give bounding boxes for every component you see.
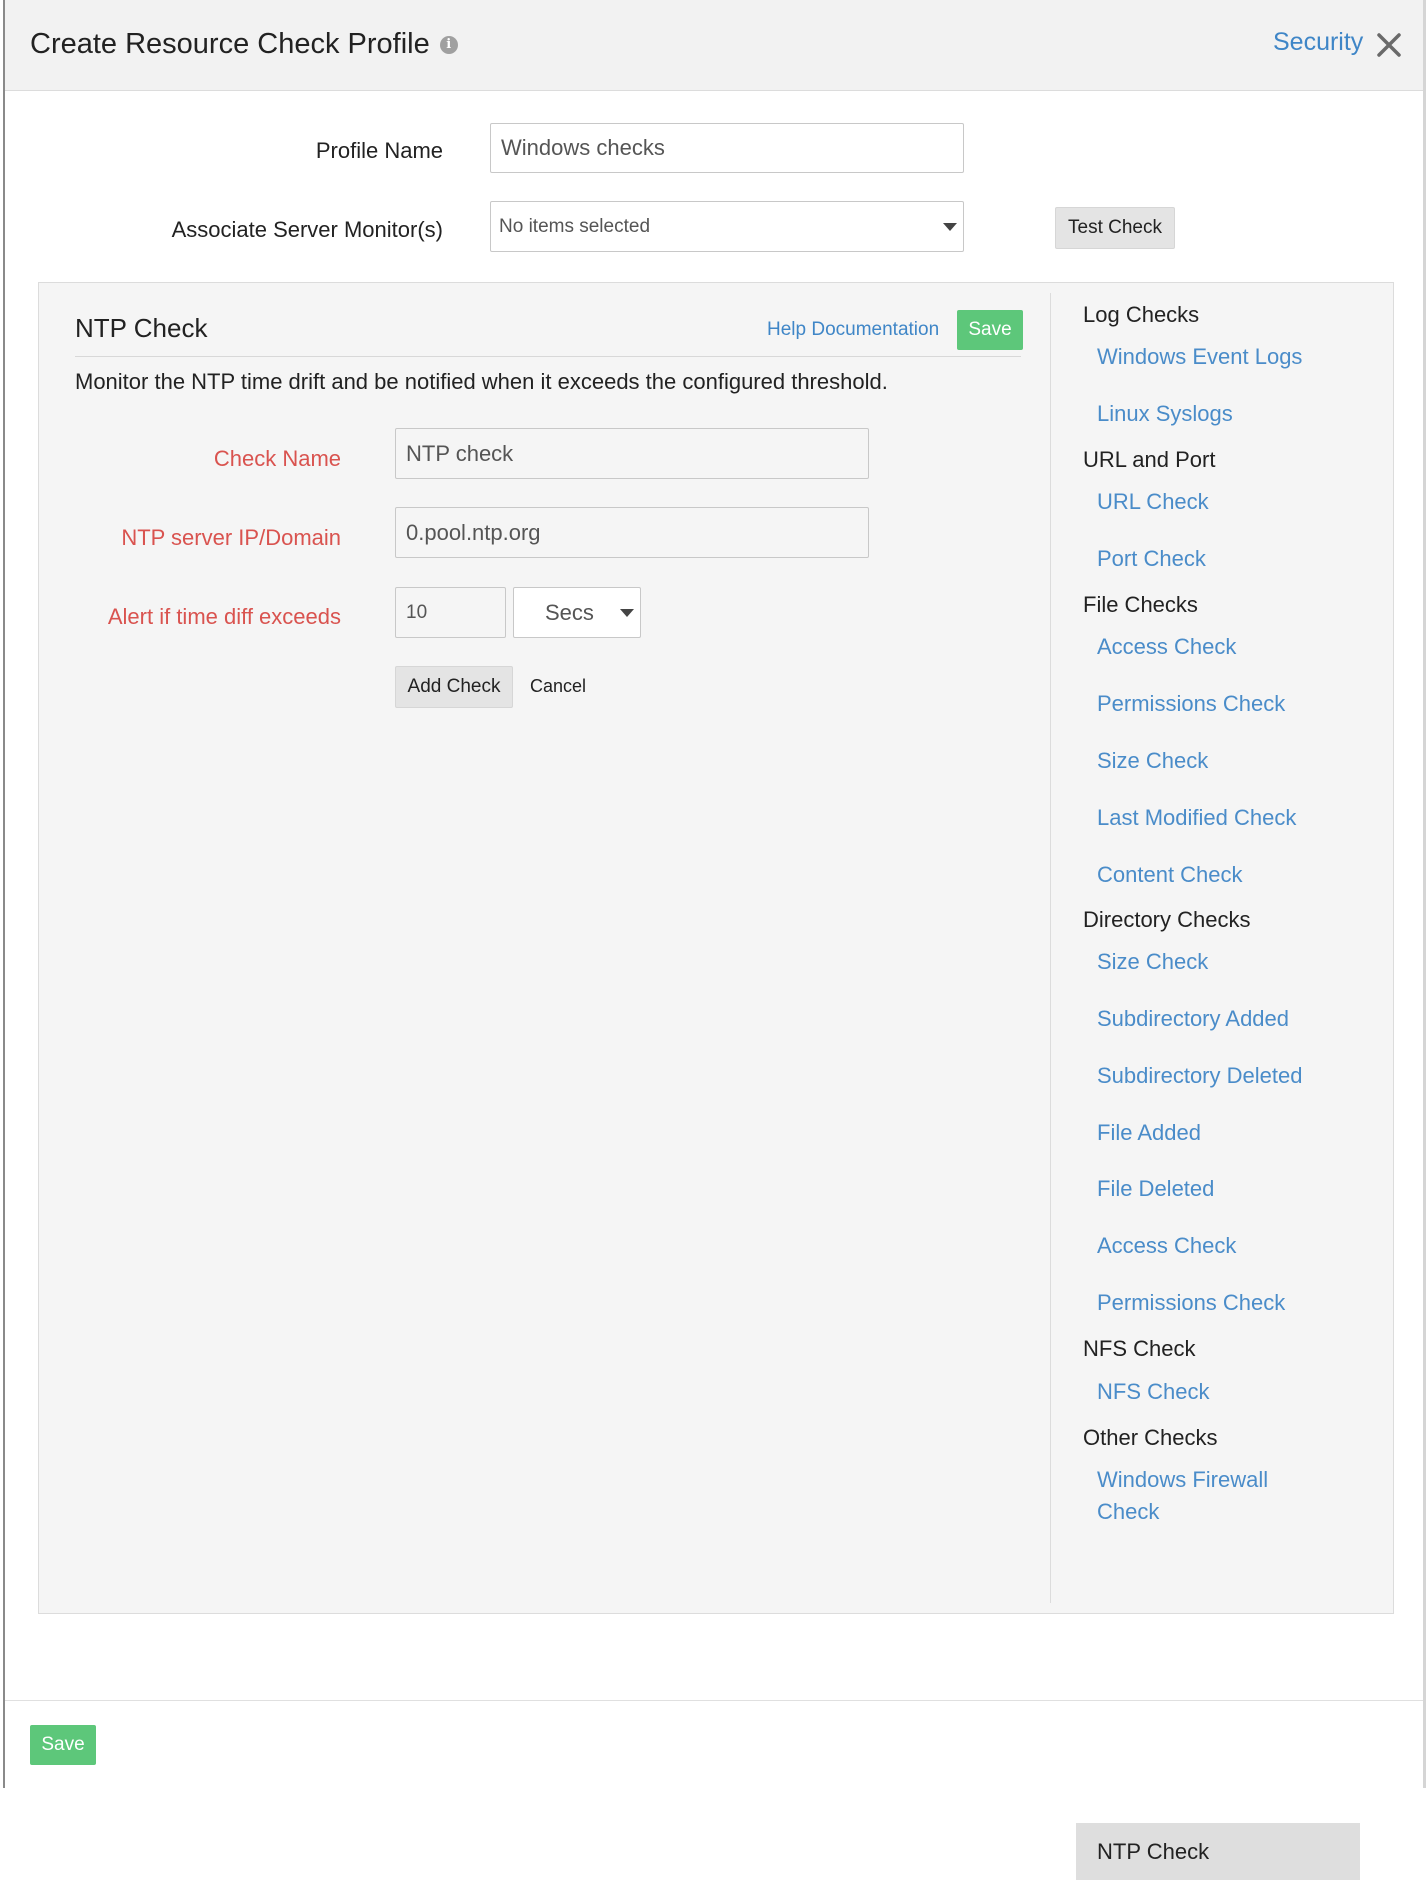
dialog-title: Create Resource Check Profile i	[30, 28, 458, 61]
panel-description: Monitor the NTP time drift and be notifi…	[75, 369, 888, 394]
sidebar-item-dir-size-check[interactable]: Size Check	[1097, 946, 1327, 978]
sidebar-item-dir-access-check[interactable]: Access Check	[1097, 1230, 1327, 1262]
sidebar-item-linux-syslogs[interactable]: Linux Syslogs	[1097, 398, 1327, 430]
profile-name-label: Profile Name	[315, 138, 443, 163]
sidebar-item-windows-event-logs[interactable]: Windows Event Logs	[1097, 341, 1327, 373]
info-icon[interactable]: i	[439, 36, 458, 55]
time-unit-select[interactable]: Secs	[513, 587, 641, 638]
dialog-title-text: Create Resource Check Profile	[30, 28, 430, 60]
security-link[interactable]: Security	[1273, 28, 1363, 57]
sidebar-group-nfs-check: NFS Check	[1083, 1336, 1196, 1361]
associate-monitors-value: No items selected	[499, 215, 651, 237]
associate-monitors-select[interactable]: No items selected	[490, 201, 964, 252]
sidebar-item-file-deleted[interactable]: File Deleted	[1097, 1173, 1327, 1205]
sidebar-item-last-modified-check[interactable]: Last Modified Check	[1097, 802, 1327, 834]
sidebar-item-port-check[interactable]: Port Check	[1097, 543, 1327, 575]
sidebar-item-nfs-check[interactable]: NFS Check	[1097, 1376, 1327, 1408]
sidebar-item-dir-permissions-check[interactable]: Permissions Check	[1097, 1287, 1327, 1319]
check-name-label: Check Name	[213, 446, 341, 471]
sidebar-item-file-size-check[interactable]: Size Check	[1097, 745, 1327, 777]
sidebar-group-other-checks: Other Checks	[1083, 1425, 1218, 1450]
check-panel: NTP Check Help Documentation Save Monito…	[38, 282, 1394, 1880]
help-documentation-link[interactable]: Help Documentation	[767, 319, 939, 341]
sidebar-item-subdirectory-deleted[interactable]: Subdirectory Deleted	[1097, 1060, 1327, 1092]
panel-title: NTP Check	[75, 313, 208, 343]
sidebar-group-url-and-port: URL and Port	[1083, 447, 1216, 472]
alert-threshold-label: Alert if time diff exceeds	[107, 604, 341, 629]
caret-down-icon	[620, 609, 634, 617]
sidebar-item-ntp-check-active[interactable]: NTP Check	[1076, 1823, 1360, 1880]
sidebar-item-file-permissions-check[interactable]: Permissions Check	[1097, 688, 1327, 720]
footer-divider	[5, 1700, 1426, 1701]
associate-monitors-label: Associate Server Monitor(s)	[171, 217, 443, 242]
sidebar-item-url-check[interactable]: URL Check	[1097, 486, 1327, 518]
title-divider	[75, 356, 1021, 357]
add-check-button[interactable]: Add Check	[395, 666, 513, 708]
caret-down-icon	[943, 223, 957, 231]
sidebar-item-subdirectory-added[interactable]: Subdirectory Added	[1097, 1003, 1327, 1035]
footer-save-button[interactable]: Save	[30, 1725, 96, 1765]
sidebar-group-log-checks: Log Checks	[1083, 302, 1200, 327]
create-profile-dialog: Create Resource Check Profile i Security …	[3, 0, 1426, 1880]
sidebar-item-windows-firewall-check[interactable]: Windows Firewall Check	[1097, 1464, 1297, 1528]
panel-save-button[interactable]: Save	[957, 310, 1023, 350]
panel-divider	[1050, 293, 1051, 1603]
time-unit-value: Secs	[545, 599, 594, 625]
sidebar-item-file-added[interactable]: File Added	[1097, 1117, 1327, 1149]
sidebar-group-directory-checks: Directory Checks	[1083, 907, 1251, 932]
close-icon[interactable]	[1374, 30, 1404, 60]
test-check-button[interactable]: Test Check	[1055, 207, 1175, 249]
sidebar-group-file-checks: File Checks	[1083, 592, 1198, 617]
ntp-server-input[interactable]: 0.pool.ntp.org	[395, 507, 869, 558]
sidebar-item-file-access-check[interactable]: Access Check	[1097, 631, 1327, 663]
ntp-server-label: NTP server IP/Domain	[121, 525, 341, 550]
alert-threshold-input[interactable]: 10	[395, 587, 506, 638]
profile-name-input[interactable]: Windows checks	[490, 123, 964, 173]
cancel-link[interactable]: Cancel	[530, 676, 586, 697]
sidebar-item-content-check[interactable]: Content Check	[1097, 859, 1327, 891]
dialog-header: Create Resource Check Profile i Security	[5, 0, 1426, 91]
check-name-input[interactable]: NTP check	[395, 428, 869, 479]
